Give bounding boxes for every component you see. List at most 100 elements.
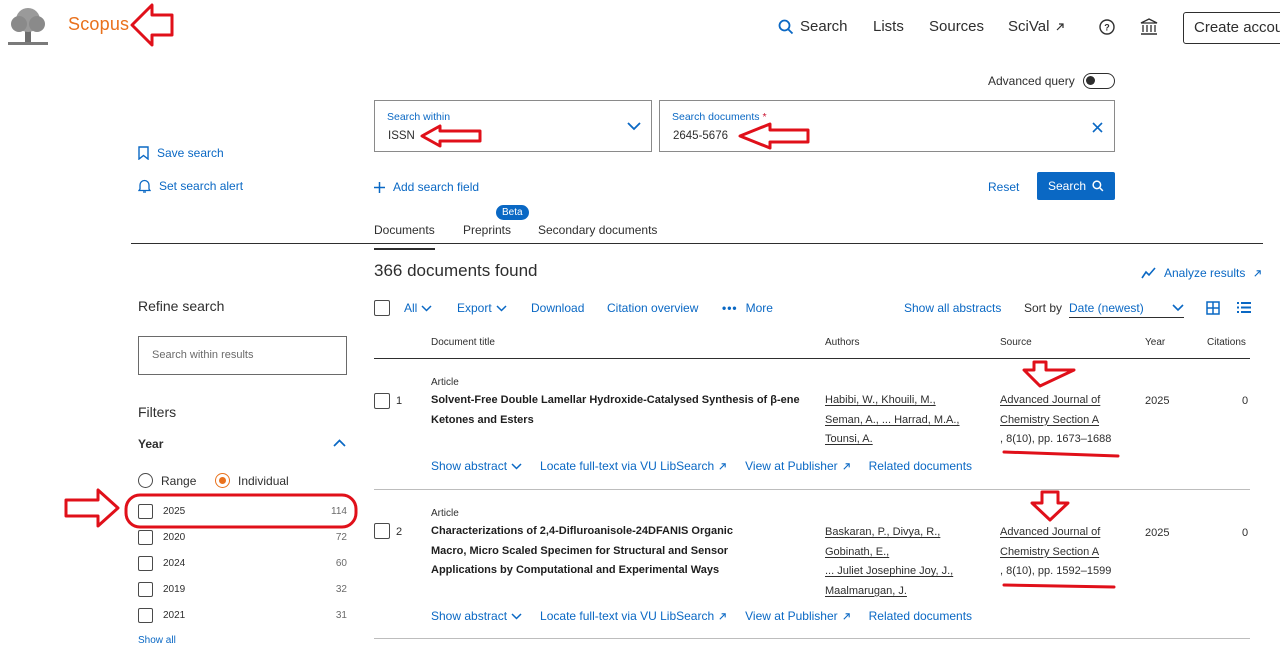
show-all-years-link[interactable]: Show all [138, 635, 176, 646]
tab-documents[interactable]: Documents [374, 223, 435, 250]
range-radio-option[interactable]: Range [138, 473, 196, 488]
year-checkbox[interactable] [138, 582, 153, 597]
author-line[interactable]: Gobinath, E., [825, 543, 953, 563]
advanced-query-toggle[interactable] [1082, 73, 1115, 89]
sort-select[interactable]: Date (newest) [1069, 301, 1184, 318]
year-count: 31 [335, 610, 347, 621]
create-account-button[interactable]: Create account [1183, 12, 1280, 44]
documents-found-count: 366 documents found [374, 261, 538, 280]
authors-list: Habibi, W., Khouili, M., Seman, A., ... … [825, 391, 960, 450]
save-search-link[interactable]: Save search [138, 146, 224, 160]
author-line[interactable]: Seman, A., ... Harrad, M.A., [825, 411, 960, 431]
tabs-divider [131, 243, 1263, 244]
scopus-logo[interactable]: Scopus [68, 14, 129, 35]
year-filter-item[interactable]: 2024 60 [138, 556, 347, 571]
search-documents-input[interactable]: Search documents * 2645-5676 [659, 100, 1115, 152]
doc-title-link[interactable]: Characterizations of 2,4-Difluroanisole-… [431, 522, 771, 581]
year-filter-item[interactable]: 2020 72 [138, 530, 347, 545]
all-dropdown[interactable]: All [404, 301, 432, 315]
source-journal-link[interactable]: Advanced Journal of [1000, 523, 1111, 543]
doc-title-link[interactable]: Solvent-Free Double Lamellar Hydroxide-C… [431, 391, 801, 430]
advanced-query[interactable]: Advanced query [988, 73, 1115, 89]
author-line[interactable]: Maalmarugan, J. [825, 582, 953, 602]
reset-button[interactable]: Reset [988, 180, 1019, 194]
doc-type: Article [431, 508, 459, 519]
col-authors[interactable]: Authors [825, 337, 859, 348]
row-checkbox[interactable] [374, 523, 390, 539]
beta-badge: Beta [496, 205, 529, 220]
elsevier-tree-logo[interactable] [6, 6, 50, 46]
download-button[interactable]: Download [531, 301, 584, 315]
view-at-publisher-link[interactable]: View at Publisher [745, 609, 851, 623]
row-links: Show abstract Locate full-text via VU Li… [431, 459, 972, 473]
source-journal-link[interactable]: Advanced Journal of [1000, 391, 1111, 411]
nav-sources[interactable]: Sources [929, 18, 984, 35]
year-checkbox[interactable] [138, 530, 153, 545]
row-number: 1 [396, 395, 403, 407]
chevron-down-icon [496, 304, 507, 312]
col-year[interactable]: Year [1145, 337, 1165, 348]
chevron-up-icon[interactable] [333, 439, 346, 447]
refine-search-heading: Refine search [138, 298, 225, 314]
show-all-abstracts-link[interactable]: Show all abstracts [904, 301, 1001, 315]
range-radio[interactable] [138, 473, 153, 488]
annotation-underline [1002, 583, 1116, 589]
related-documents-link[interactable]: Related documents [869, 459, 972, 473]
year-checkbox[interactable] [138, 556, 153, 571]
col-source[interactable]: Source [1000, 337, 1032, 348]
year-count: 60 [335, 558, 347, 569]
author-line[interactable]: Baskaran, P., Divya, R., [825, 523, 953, 543]
locate-fulltext-link[interactable]: Locate full-text via VU LibSearch [540, 459, 727, 473]
author-line[interactable]: Habibi, W., Khouili, M., [825, 391, 960, 411]
row-checkbox[interactable] [374, 393, 390, 409]
set-alert-link[interactable]: Set search alert [138, 179, 243, 193]
locate-fulltext-link[interactable]: Locate full-text via VU LibSearch [540, 609, 727, 623]
show-abstract-link[interactable]: Show abstract [431, 459, 522, 473]
author-line[interactable]: Tounsi, A. [825, 430, 960, 450]
search-within-results-input[interactable]: Search within results [138, 336, 347, 375]
close-icon[interactable] [1092, 122, 1103, 133]
select-all-checkbox[interactable] [374, 300, 390, 316]
year-checkbox[interactable] [138, 608, 153, 623]
col-citations[interactable]: Citations [1207, 337, 1246, 348]
year-filter-heading[interactable]: Year [138, 437, 163, 451]
show-abstract-link[interactable]: Show abstract [431, 609, 522, 623]
view-at-publisher-link[interactable]: View at Publisher [745, 459, 851, 473]
author-line[interactable]: ... Juliet Josephine Joy, J., [825, 562, 953, 582]
header-divider [374, 358, 1250, 359]
year-filter-item[interactable]: 2021 31 [138, 608, 347, 623]
add-search-field-link[interactable]: Add search field [374, 180, 479, 194]
year-label: 2021 [163, 610, 186, 621]
individual-radio[interactable] [215, 473, 230, 488]
source-journal-link[interactable]: Chemistry Section A [1000, 411, 1111, 431]
search-within-select[interactable]: Search within ISSN [374, 100, 652, 152]
source-journal-link[interactable]: Chemistry Section A [1000, 543, 1111, 563]
help-icon[interactable]: ? [1099, 19, 1115, 35]
row-links: Show abstract Locate full-text via VU Li… [431, 609, 972, 623]
nav-search[interactable]: Search [778, 18, 848, 35]
institution-icon[interactable] [1140, 18, 1158, 36]
annotation-arrow-right [64, 488, 120, 528]
more-button[interactable]: ••• More [722, 301, 773, 315]
export-dropdown[interactable]: Export [457, 301, 507, 315]
related-documents-link[interactable]: Related documents [869, 609, 972, 623]
col-document-title[interactable]: Document title [431, 337, 495, 348]
citation-overview-button[interactable]: Citation overview [607, 301, 698, 315]
year-checkbox[interactable] [138, 504, 153, 519]
external-link-icon [719, 612, 726, 620]
list-view-icon[interactable] [1237, 301, 1251, 314]
bookmark-icon [138, 146, 149, 160]
year-filter-item[interactable]: 2025 114 [138, 504, 347, 519]
analyze-results-link[interactable]: Analyze results [1141, 266, 1262, 280]
chevron-down-icon [421, 304, 432, 312]
nav-scival[interactable]: SciVal [1008, 18, 1065, 35]
individual-radio-option[interactable]: Individual [215, 473, 289, 488]
tab-secondary-documents[interactable]: Secondary documents [538, 223, 657, 237]
year-filter-item[interactable]: 2019 32 [138, 582, 347, 597]
nav-lists[interactable]: Lists [873, 18, 904, 35]
grid-view-icon[interactable] [1206, 301, 1220, 315]
search-button[interactable]: Search [1037, 172, 1115, 200]
row-divider [374, 638, 1250, 639]
authors-list: Baskaran, P., Divya, R., Gobinath, E., .… [825, 523, 953, 601]
tab-preprints[interactable]: Preprints [463, 223, 511, 237]
